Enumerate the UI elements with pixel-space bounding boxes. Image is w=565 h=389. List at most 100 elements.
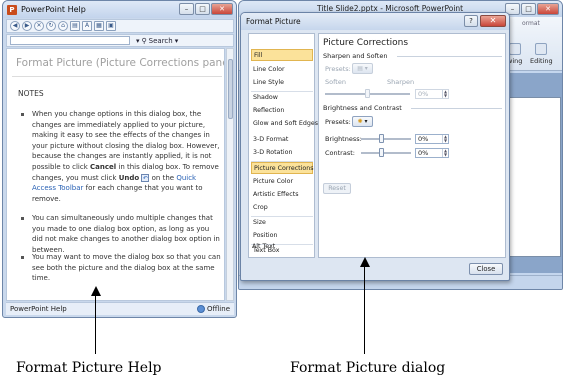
format-picture-dialog: Format Picture ? ✕ Fill Line Color Line … bbox=[240, 12, 510, 281]
keep-on-top-icon[interactable]: ▣ bbox=[106, 21, 116, 31]
bullet-icon bbox=[21, 113, 24, 116]
help-toolbar: ◀ ▶ ✕ ↻ ⌂ ▤ A ▦ ▣ bbox=[6, 19, 234, 33]
refresh-icon[interactable]: ↻ bbox=[46, 21, 56, 31]
soften-label: Soften bbox=[325, 78, 346, 86]
search-button[interactable]: ▾ ⚲ Search ▾ bbox=[136, 37, 178, 45]
arrow-up-icon bbox=[360, 257, 370, 267]
spin-arrows-icon[interactable]: ▲ ▼ bbox=[442, 90, 448, 98]
brightness-label: Brightness: bbox=[325, 135, 362, 143]
nav-item-line-style[interactable]: Line Style bbox=[251, 77, 313, 89]
dialog-close-button[interactable]: ✕ bbox=[480, 15, 506, 27]
nav-item-alt-text[interactable]: Alt Text bbox=[250, 241, 312, 253]
note-1: When you change options in this dialog b… bbox=[32, 109, 222, 204]
page-title: Format Picture (Picture Corrections pane… bbox=[16, 57, 225, 69]
help-search-bar: ▾ ⚲ Search ▾ bbox=[6, 34, 234, 47]
contrast-value: 0% bbox=[418, 149, 429, 157]
section-divider bbox=[411, 108, 502, 109]
spin-arrows-icon[interactable]: ▲ ▼ bbox=[442, 135, 448, 143]
search-input[interactable] bbox=[10, 36, 130, 45]
print-icon[interactable]: ▤ bbox=[70, 21, 80, 31]
caption-format-picture-help: Format Picture Help bbox=[16, 360, 162, 376]
nav-item-reflection[interactable]: Reflection bbox=[251, 105, 313, 117]
note-bold-undo: Undo bbox=[118, 173, 140, 182]
toc-icon[interactable]: ▦ bbox=[94, 21, 104, 31]
nav-item-line-color[interactable]: Line Color bbox=[251, 64, 313, 76]
nav-item-3d-rotation[interactable]: 3-D Rotation bbox=[251, 147, 313, 159]
picture-corrections-panel: Picture Corrections Sharpen and Soften P… bbox=[318, 33, 506, 258]
search-icon: ⚲ bbox=[141, 36, 147, 45]
chevron-down-icon: ▾ bbox=[136, 36, 140, 45]
nav-item-crop[interactable]: Crop bbox=[251, 202, 313, 214]
arrow-line bbox=[95, 294, 96, 354]
contrast-slider-thumb[interactable] bbox=[379, 148, 384, 157]
font-size-icon[interactable]: A bbox=[82, 21, 92, 31]
drawing-icon bbox=[508, 43, 521, 55]
brightness-contrast-heading: Brightness and Contrast bbox=[323, 104, 402, 112]
sun-icon: ✺ bbox=[357, 118, 363, 125]
back-icon[interactable]: ◀ bbox=[10, 21, 20, 31]
search-label: Search bbox=[148, 36, 173, 45]
brightness-value-field[interactable]: 0% ▲ ▼ bbox=[415, 134, 449, 144]
nav-item-fill[interactable]: Fill bbox=[251, 49, 313, 61]
brightness-presets-dropdown[interactable]: ✺ ▾ bbox=[352, 116, 373, 127]
brightness-slider-track[interactable] bbox=[361, 138, 411, 140]
nav-item-shadow[interactable]: Shadow bbox=[251, 92, 313, 104]
dialog-titlebar[interactable]: Format Picture ? ✕ bbox=[241, 13, 509, 30]
ribbon-tab-format[interactable]: ormat bbox=[522, 20, 540, 27]
section-divider bbox=[397, 56, 502, 57]
minimize-button[interactable]: – bbox=[179, 3, 194, 15]
globe-icon bbox=[197, 305, 206, 313]
powerpoint-app-icon: P bbox=[7, 4, 17, 15]
nav-item-picture-corrections[interactable]: Picture Corrections bbox=[251, 162, 314, 174]
sharpen-presets-dropdown[interactable]: ▤ ▾ bbox=[352, 63, 373, 74]
dialog-help-button[interactable]: ? bbox=[464, 15, 478, 27]
caption-format-picture-dialog: Format Picture dialog bbox=[290, 360, 446, 376]
notes-heading: NOTES bbox=[18, 89, 44, 98]
sharpen-presets-label: Presets: bbox=[325, 65, 351, 73]
arrow-line bbox=[364, 265, 365, 354]
nav-item-3d-format[interactable]: 3-D Format bbox=[251, 134, 313, 146]
help-window: P PowerPoint Help – □ ✕ ◀ ▶ ✕ ↻ ⌂ ▤ A ▦ … bbox=[2, 0, 237, 318]
note-3: You may want to move the dialog box so t… bbox=[32, 253, 221, 283]
stop-icon[interactable]: ✕ bbox=[34, 21, 44, 31]
nav-item-picture-color[interactable]: Picture Color bbox=[251, 176, 313, 188]
reset-button[interactable]: Reset bbox=[323, 183, 351, 194]
maximize-button[interactable]: □ bbox=[195, 3, 210, 15]
help-titlebar[interactable]: P PowerPoint Help – □ ✕ bbox=[3, 1, 236, 18]
sharpen-soften-heading: Sharpen and Soften bbox=[323, 52, 388, 60]
bullet-icon bbox=[21, 217, 24, 220]
forward-icon[interactable]: ▶ bbox=[22, 21, 32, 31]
contrast-value-field[interactable]: 0% ▲ ▼ bbox=[415, 148, 449, 158]
help-statusbar: PowerPoint Help Offline bbox=[6, 302, 234, 315]
divider bbox=[12, 76, 222, 77]
close-button[interactable]: Close bbox=[469, 263, 503, 275]
close-button[interactable]: ✕ bbox=[211, 3, 233, 15]
help-window-title: PowerPoint Help bbox=[21, 5, 86, 14]
spin-arrows-icon[interactable]: ▲ ▼ bbox=[442, 149, 448, 157]
editing-button[interactable]: Editing bbox=[530, 43, 553, 65]
dialog-title: Format Picture bbox=[246, 17, 301, 26]
connection-status[interactable]: Offline bbox=[197, 305, 230, 313]
nav-item-size[interactable]: Size bbox=[251, 217, 313, 229]
binoculars-icon bbox=[535, 43, 548, 55]
contrast-slider-track[interactable] bbox=[361, 152, 411, 154]
offline-label: Offline bbox=[207, 305, 230, 313]
sharpen-slider-thumb[interactable] bbox=[365, 89, 370, 98]
note-bold-cancel: Cancel bbox=[90, 162, 117, 171]
dialog-category-list: Fill Line Color Line Style Shadow Reflec… bbox=[248, 33, 318, 258]
nav-item-artistic-effects[interactable]: Artistic Effects bbox=[251, 189, 313, 201]
sharpen-value: 0% bbox=[418, 90, 429, 98]
status-label: PowerPoint Help bbox=[10, 305, 67, 313]
close-button[interactable]: ✕ bbox=[537, 3, 559, 15]
sharpen-label: Sharpen bbox=[387, 78, 415, 86]
maximize-button[interactable]: □ bbox=[521, 3, 536, 15]
note-2: You can simultaneously undo multiple cha… bbox=[32, 214, 220, 254]
sharpen-value-field[interactable]: 0% ▲ ▼ bbox=[415, 89, 449, 99]
nav-item-glow-soft-edges[interactable]: Glow and Soft Edges bbox=[251, 118, 318, 130]
scrollbar-thumb[interactable] bbox=[228, 59, 233, 119]
brightness-slider-thumb[interactable] bbox=[379, 134, 384, 143]
chevron-down-icon: ▾ bbox=[174, 36, 179, 45]
help-content: Format Picture (Picture Corrections pane… bbox=[6, 48, 225, 301]
help-scrollbar[interactable] bbox=[226, 48, 234, 301]
home-icon[interactable]: ⌂ bbox=[58, 21, 68, 31]
